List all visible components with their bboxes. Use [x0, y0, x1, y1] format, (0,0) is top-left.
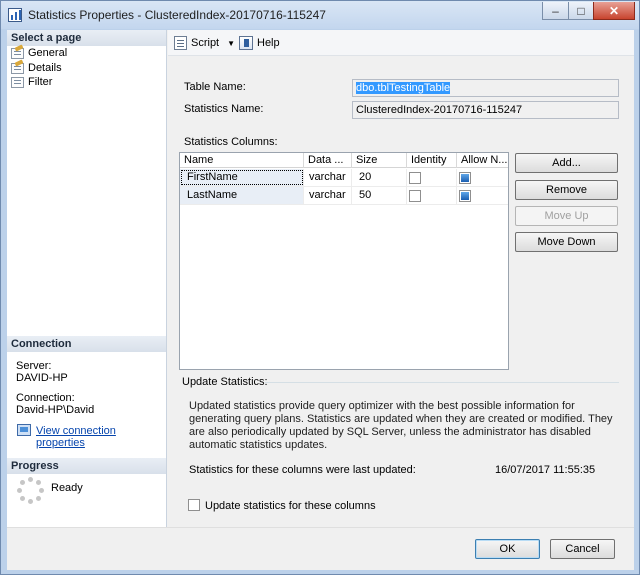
statistics-icon	[8, 8, 22, 22]
column-header-size[interactable]: Size	[352, 153, 407, 168]
window-title: Statistics Properties - ClusteredIndex-2…	[28, 8, 326, 22]
dialog-footer: OK Cancel	[7, 527, 634, 570]
help-icon	[239, 36, 253, 50]
left-pane: Select a page General Details Filter Con…	[7, 30, 167, 527]
last-updated-label: Statistics for these columns were last u…	[189, 464, 416, 476]
progress-header: Progress	[7, 458, 166, 474]
chevron-down-icon[interactable]: ▼	[227, 39, 235, 48]
cell-name[interactable]: LastName	[180, 187, 304, 204]
connection-properties-icon	[17, 424, 31, 436]
maximize-button[interactable]: □	[568, 2, 594, 20]
update-statistics-checkbox-label[interactable]: Update statistics for these columns	[205, 500, 376, 512]
script-icon	[174, 36, 187, 50]
column-header-name[interactable]: Name	[180, 153, 304, 168]
grid-header: Name Data ... Size Identity Allow N...	[180, 153, 508, 168]
cell-data-type: varchar	[304, 187, 352, 204]
group-divider	[265, 382, 619, 383]
column-header-allow-nulls[interactable]: Allow N...	[457, 153, 508, 168]
page-settings-icon	[11, 47, 24, 59]
statistics-name-value: ClusteredIndex-20170716-115247	[356, 104, 523, 116]
cancel-button[interactable]: Cancel	[550, 539, 615, 559]
allow-nulls-checkbox[interactable]	[459, 172, 471, 184]
page-item-label: Details	[28, 62, 62, 74]
page-item-details[interactable]: Details	[11, 61, 62, 75]
table-row[interactable]: FirstName varchar 20	[180, 169, 508, 187]
column-header-identity[interactable]: Identity	[407, 153, 457, 168]
progress-status: Ready	[51, 482, 83, 494]
statistics-columns-label: Statistics Columns:	[184, 136, 278, 148]
server-label: Server:	[16, 360, 52, 372]
select-page-header: Select a page	[7, 30, 166, 46]
statistics-columns-grid[interactable]: Name Data ... Size Identity Allow N... F…	[179, 152, 509, 370]
statistics-name-label: Statistics Name:	[184, 103, 264, 115]
toolbar: Script ▼ Help	[168, 30, 634, 56]
identity-checkbox[interactable]	[409, 172, 421, 184]
page-icon	[11, 76, 24, 88]
help-button[interactable]: Help	[239, 36, 280, 50]
script-label: Script	[191, 37, 220, 49]
last-updated-value: 16/07/2017 11:55:35	[495, 464, 596, 476]
connection-label: Connection:	[16, 392, 75, 404]
update-statistics-description: Updated statistics provide query optimiz…	[189, 400, 613, 451]
cell-data-type: varchar	[304, 169, 352, 186]
page-item-label: Filter	[28, 76, 53, 88]
connection-header: Connection	[7, 336, 166, 352]
ok-button[interactable]: OK	[475, 539, 540, 559]
update-statistics-checkbox[interactable]	[188, 499, 200, 511]
page-item-filter[interactable]: Filter	[11, 75, 52, 89]
identity-checkbox[interactable]	[409, 190, 421, 202]
dialog-window: Statistics Properties - ClusteredIndex-2…	[0, 0, 640, 575]
move-down-button[interactable]: Move Down	[515, 232, 618, 252]
title-bar[interactable]: Statistics Properties - ClusteredIndex-2…	[1, 1, 639, 29]
server-value: DAVID-HP	[16, 372, 68, 384]
minimize-button[interactable]: –	[542, 2, 569, 20]
move-up-button[interactable]: Move Up	[515, 206, 618, 226]
cell-identity	[407, 187, 457, 204]
help-label: Help	[257, 37, 280, 49]
table-name-label: Table Name:	[184, 81, 246, 93]
progress-spinner-icon	[17, 477, 45, 505]
cell-allow-nulls	[457, 169, 508, 186]
table-row[interactable]: LastName varchar 50	[180, 187, 508, 205]
cell-allow-nulls	[457, 187, 508, 204]
table-name-value: dbo.tblTestingTable	[356, 82, 451, 94]
cell-identity	[407, 169, 457, 186]
allow-nulls-checkbox[interactable]	[459, 190, 471, 202]
connection-value: David-HP\David	[16, 404, 95, 416]
page-settings-icon	[11, 62, 24, 74]
statistics-name-field[interactable]: ClusteredIndex-20170716-115247	[352, 101, 619, 119]
update-statistics-header: Update Statistics:	[182, 376, 268, 388]
page-item-general[interactable]: General	[11, 46, 67, 60]
cell-name[interactable]: FirstName	[180, 169, 304, 186]
general-page-content: Script ▼ Help Table Name: dbo.tblTesting…	[168, 30, 634, 527]
remove-button[interactable]: Remove	[515, 180, 618, 200]
table-name-field[interactable]: dbo.tblTestingTable	[352, 79, 619, 97]
column-header-data-type[interactable]: Data ...	[304, 153, 352, 168]
cell-size: 20	[352, 169, 407, 186]
view-connection-properties-link[interactable]: View connection properties	[36, 425, 166, 449]
close-button[interactable]: ✕	[593, 2, 635, 20]
cell-size: 50	[352, 187, 407, 204]
add-button[interactable]: Add...	[515, 153, 618, 173]
script-button[interactable]: Script ▼	[174, 36, 235, 50]
dialog-client-area: Select a page General Details Filter Con…	[7, 30, 634, 570]
page-item-label: General	[28, 47, 68, 59]
